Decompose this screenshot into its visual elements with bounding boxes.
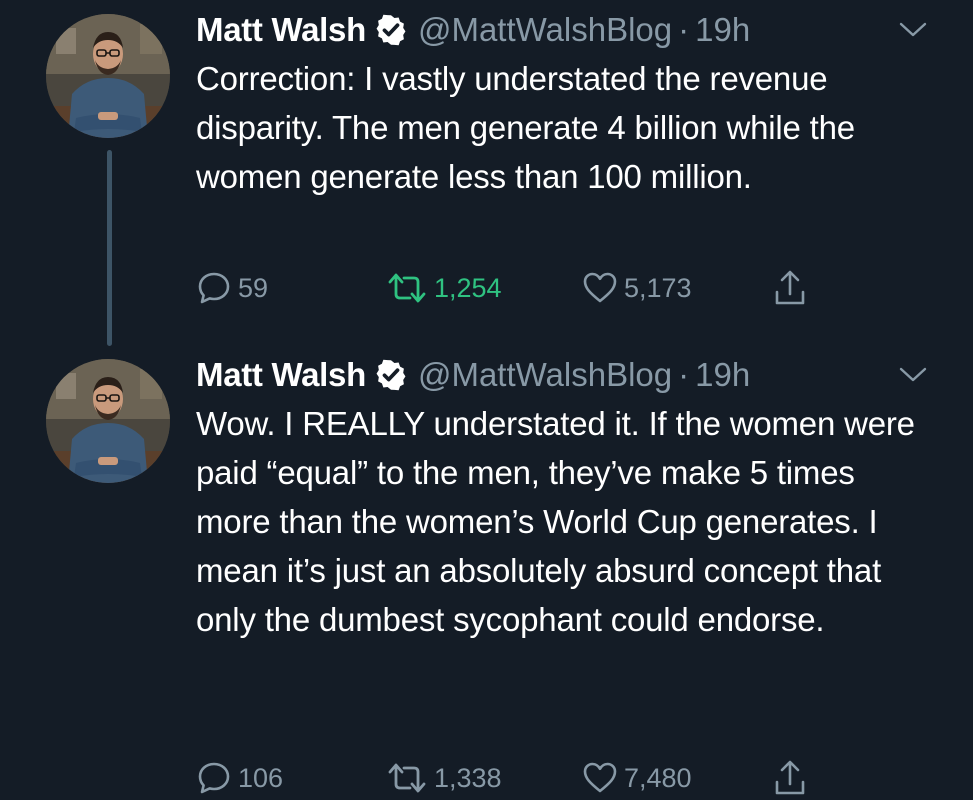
share-button[interactable] [772,758,808,798]
retweet-icon [388,273,426,303]
reply-button[interactable]: 106 [196,758,283,798]
retweet-button[interactable]: 1,254 [386,268,502,308]
tweet-text: Wow. I REALLY understated it. If the wom… [196,405,915,638]
tweet[interactable]: Matt Walsh @MattWalshBlog · 19h Wow. I R… [0,345,973,800]
share-button[interactable] [772,268,808,308]
share-icon [775,760,805,795]
reply-icon [198,272,230,304]
avatar[interactable] [46,359,170,483]
separator-dot: · [678,356,690,393]
retweet-icon [388,763,426,793]
tweet-header: Matt Walsh @MattWalshBlog · 19h [196,353,750,397]
tweet-actions: 59 1,254 5,173 [196,268,936,308]
like-button[interactable]: 5,173 [582,268,692,308]
like-count: 7,480 [624,762,692,793]
author-name[interactable]: Matt Walsh [196,353,366,397]
chevron-down-icon[interactable] [898,365,928,385]
like-count: 5,173 [624,272,692,303]
reply-count: 59 [238,272,269,303]
heart-icon [583,762,617,793]
timestamp[interactable]: 19h [695,8,750,52]
retweet-button[interactable]: 1,338 [386,758,502,798]
author-handle[interactable]: @MattWalshBlog [418,353,672,397]
verified-badge-icon [376,359,406,391]
tweet-actions: 106 1,338 7,480 [196,758,936,798]
reply-count: 106 [238,762,284,793]
avatar-photo [46,359,170,483]
author-name[interactable]: Matt Walsh [196,8,366,52]
tweet[interactable]: Matt Walsh @MattWalshBlog · 19h Correcti… [0,0,973,346]
verified-badge-icon [376,14,406,46]
timestamp[interactable]: 19h [695,353,750,397]
heart-icon [583,272,617,303]
tweet-text: Correction: I vastly understated the rev… [196,60,855,195]
avatar[interactable] [46,14,170,138]
author-handle[interactable]: @MattWalshBlog [418,8,672,52]
separator-dot: · [678,11,690,48]
share-icon [775,270,805,305]
chevron-down-icon[interactable] [898,20,928,40]
avatar-photo [46,14,170,138]
thread-line [107,150,112,346]
reply-button[interactable]: 59 [196,268,268,308]
retweet-count: 1,338 [434,762,502,793]
tweet-header: Matt Walsh @MattWalshBlog · 19h [196,8,750,52]
like-button[interactable]: 7,480 [582,758,692,798]
retweet-count: 1,254 [434,272,502,303]
reply-icon [198,762,230,794]
